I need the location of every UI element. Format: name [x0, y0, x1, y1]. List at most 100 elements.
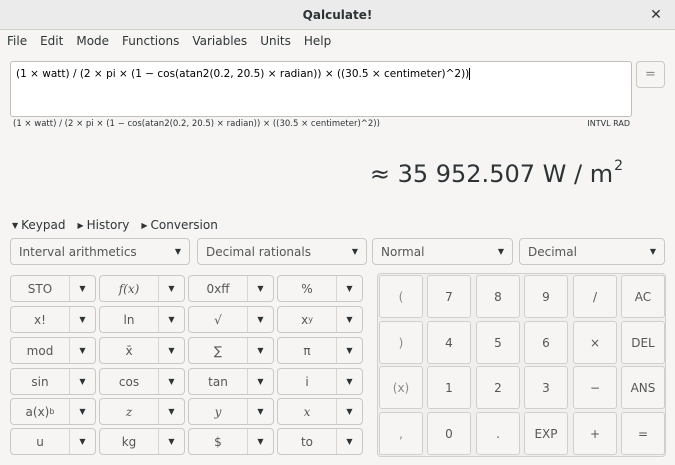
- pi-button[interactable]: π ▼: [277, 337, 363, 364]
- chevron-down-icon[interactable]: ▼: [69, 369, 95, 394]
- menu-file[interactable]: File: [0, 34, 33, 48]
- triangle-down-icon: ▼: [12, 220, 19, 230]
- function-ax-button[interactable]: a(x) b ▼: [10, 398, 96, 425]
- decimal-point-button[interactable]: .: [476, 412, 520, 455]
- chevron-down-icon[interactable]: ▼: [158, 307, 184, 332]
- sto-button[interactable]: STO ▼: [10, 275, 96, 302]
- menu-variables[interactable]: Variables: [185, 34, 253, 48]
- mod-button[interactable]: mod ▼: [10, 337, 96, 364]
- chevron-down-icon[interactable]: ▼: [247, 338, 273, 363]
- chevron-down-icon[interactable]: ▼: [69, 276, 95, 301]
- menu-units[interactable]: Units: [253, 34, 297, 48]
- chevron-down-icon[interactable]: ▼: [158, 276, 184, 301]
- chevron-down-icon[interactable]: ▼: [336, 338, 362, 363]
- keypad-expander[interactable]: ▼ Keypad: [12, 218, 66, 232]
- x-button[interactable]: x ▼: [277, 398, 363, 425]
- chevron-down-icon[interactable]: ▼: [336, 369, 362, 394]
- chevron-down-icon[interactable]: ▼: [158, 399, 184, 424]
- menu-mode[interactable]: Mode: [69, 34, 115, 48]
- power-button[interactable]: x y ▼: [277, 306, 363, 333]
- kg-button[interactable]: kg ▼: [99, 428, 185, 455]
- chevron-down-icon[interactable]: ▼: [69, 307, 95, 332]
- sqrt-button[interactable]: √ ▼: [188, 306, 274, 333]
- chevron-down-icon[interactable]: ▼: [69, 338, 95, 363]
- tan-button[interactable]: tan ▼: [188, 368, 274, 395]
- history-expander[interactable]: ▶ History: [78, 218, 130, 232]
- title-bar: Qalculate! ✕: [0, 0, 675, 30]
- chevron-down-icon[interactable]: ▼: [247, 276, 273, 301]
- cos-button[interactable]: cos ▼: [99, 368, 185, 395]
- chevron-down-icon[interactable]: ▼: [336, 429, 362, 454]
- chevron-down-icon[interactable]: ▼: [158, 429, 184, 454]
- answer-button[interactable]: ANS: [621, 366, 665, 409]
- digit-8-button[interactable]: 8: [476, 275, 520, 318]
- result-exponent: 2: [614, 158, 623, 174]
- chevron-down-icon[interactable]: ▼: [158, 369, 184, 394]
- multiply-button[interactable]: ×: [573, 321, 617, 364]
- all-clear-button[interactable]: AC: [621, 275, 665, 318]
- menu-edit[interactable]: Edit: [33, 34, 69, 48]
- u-button[interactable]: u ▼: [10, 428, 96, 455]
- menu-help[interactable]: Help: [297, 34, 337, 48]
- menu-functions[interactable]: Functions: [115, 34, 185, 48]
- mean-label: x̄: [125, 343, 133, 358]
- rationals-select[interactable]: Decimal rationals ▼: [197, 238, 367, 265]
- equals-button[interactable]: =: [636, 61, 665, 88]
- imaginary-button[interactable]: i ▼: [277, 368, 363, 395]
- digit-6-button[interactable]: 6: [524, 321, 568, 364]
- currency-label: $: [214, 434, 222, 449]
- plus-button[interactable]: +: [573, 412, 617, 455]
- hex-button[interactable]: 0xff ▼: [188, 275, 274, 302]
- chevron-down-icon[interactable]: ▼: [336, 307, 362, 332]
- ln-button[interactable]: ln ▼: [99, 306, 185, 333]
- close-icon[interactable]: ✕: [647, 6, 665, 24]
- base-select[interactable]: Decimal ▼: [519, 238, 665, 265]
- left-paren-button[interactable]: (: [379, 275, 423, 318]
- digit-3-button[interactable]: 3: [524, 366, 568, 409]
- chevron-down-icon[interactable]: ▼: [69, 429, 95, 454]
- sin-button[interactable]: sin ▼: [10, 368, 96, 395]
- paren-x-button[interactable]: (x): [379, 366, 423, 409]
- sto-label: STO: [27, 281, 53, 296]
- digit-2-button[interactable]: 2: [476, 366, 520, 409]
- mean-button[interactable]: x̄ ▼: [99, 337, 185, 364]
- y-button[interactable]: y ▼: [188, 398, 274, 425]
- digit-4-button[interactable]: 4: [427, 321, 471, 364]
- comma-button[interactable]: ,: [379, 412, 423, 455]
- history-label: History: [86, 218, 130, 232]
- expression-input[interactable]: (1 × watt) / (2 × pi × (1 − cos(atan2(0.…: [10, 61, 632, 117]
- chevron-down-icon: ▼: [351, 247, 358, 256]
- display-select[interactable]: Normal ▼: [372, 238, 513, 265]
- chevron-down-icon[interactable]: ▼: [247, 307, 273, 332]
- z-button[interactable]: z ▼: [99, 398, 185, 425]
- chevron-down-icon[interactable]: ▼: [69, 399, 95, 424]
- delete-button[interactable]: DEL: [621, 321, 665, 364]
- digit-5-button[interactable]: 5: [476, 321, 520, 364]
- currency-button[interactable]: $ ▼: [188, 428, 274, 455]
- digit-1-button[interactable]: 1: [427, 366, 471, 409]
- to-button[interactable]: to ▼: [277, 428, 363, 455]
- to-label: to: [300, 434, 314, 449]
- exponent-button[interactable]: EXP: [524, 412, 568, 455]
- chevron-down-icon[interactable]: ▼: [247, 399, 273, 424]
- keypad-equals-button[interactable]: =: [621, 412, 665, 455]
- interval-select[interactable]: Interval arithmetics ▼: [10, 238, 190, 265]
- menu-bar: File Edit Mode Functions Variables Units…: [0, 30, 675, 52]
- right-paren-button[interactable]: ): [379, 321, 423, 364]
- sum-button[interactable]: ∑ ▼: [188, 337, 274, 364]
- digit-9-button[interactable]: 9: [524, 275, 568, 318]
- chevron-down-icon[interactable]: ▼: [336, 276, 362, 301]
- chevron-down-icon[interactable]: ▼: [247, 369, 273, 394]
- digit-0-button[interactable]: 0: [427, 412, 471, 455]
- percent-button[interactable]: % ▼: [277, 275, 363, 302]
- factorial-button[interactable]: x! ▼: [10, 306, 96, 333]
- chevron-down-icon[interactable]: ▼: [158, 338, 184, 363]
- divide-button[interactable]: /: [573, 275, 617, 318]
- conversion-expander[interactable]: ▶ Conversion: [141, 218, 217, 232]
- chevron-down-icon[interactable]: ▼: [247, 429, 273, 454]
- digit-7-button[interactable]: 7: [427, 275, 471, 318]
- expression-text: (1 × watt) / (2 × pi × (1 − cos(atan2(0.…: [16, 68, 470, 80]
- minus-button[interactable]: −: [573, 366, 617, 409]
- chevron-down-icon[interactable]: ▼: [336, 399, 362, 424]
- fx-button[interactable]: f(x) ▼: [99, 275, 185, 302]
